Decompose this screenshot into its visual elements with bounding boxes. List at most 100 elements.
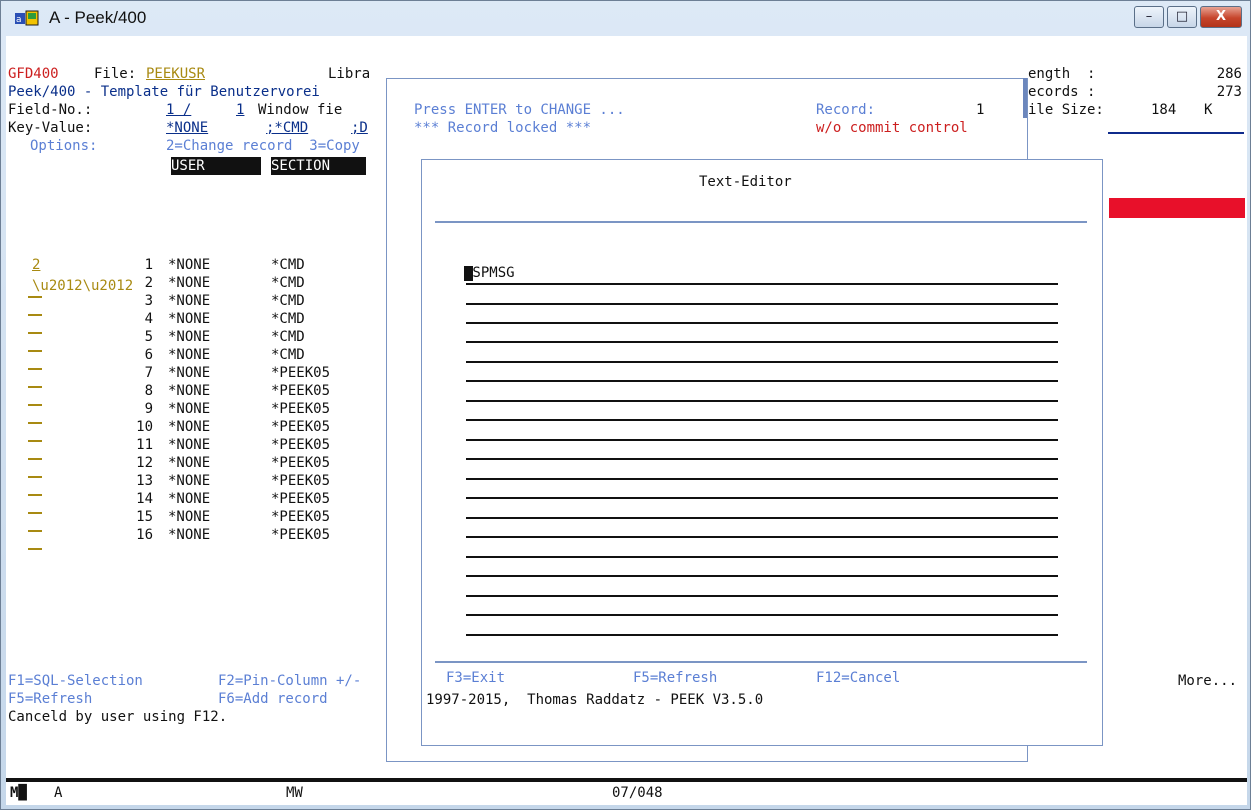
row-option-input[interactable] <box>28 476 42 478</box>
row-section: *CMD <box>271 347 305 363</box>
f1-sql-selection[interactable]: F1=SQL-Selection <box>8 672 143 690</box>
editor-title-divider <box>435 221 1087 223</box>
row-section: *CMD <box>271 293 305 309</box>
editor-line[interactable] <box>466 400 1058 402</box>
row-option-input[interactable] <box>28 530 42 532</box>
f5-refresh-editor[interactable]: F5=Refresh <box>633 669 717 687</box>
record-label: Record: <box>816 102 876 118</box>
row-option-input[interactable] <box>28 422 42 424</box>
column-header-user: USER <box>171 157 261 175</box>
title-bar[interactable]: a A - Peek/400 – □ X <box>1 1 1250 35</box>
row-number: 3 <box>144 293 153 309</box>
editor-line[interactable] <box>466 536 1058 538</box>
row-option-input[interactable] <box>28 458 42 460</box>
f6-add-record[interactable]: F6=Add record <box>218 690 328 708</box>
editor-line[interactable] <box>466 361 1058 363</box>
row-number: 1 <box>144 257 153 273</box>
editor-line[interactable] <box>466 575 1058 577</box>
editor-line[interactable] <box>466 439 1058 441</box>
row-user: *NONE <box>168 419 211 435</box>
editor-line[interactable] <box>466 595 1058 597</box>
svg-text:a: a <box>16 15 22 25</box>
f5-refresh[interactable]: F5=Refresh <box>8 690 92 708</box>
row-section: *CMD <box>271 275 305 291</box>
window-title: A - Peek/400 <box>49 8 147 27</box>
field-no-input[interactable]: 1 / <box>166 101 191 119</box>
key-value-input-2[interactable]: ;*CMD <box>266 119 308 137</box>
editor-line[interactable] <box>466 380 1058 382</box>
row-number: 4 <box>144 311 153 327</box>
editor-line[interactable] <box>466 556 1058 558</box>
row-option-input[interactable] <box>28 548 42 550</box>
commit-control-notice: w/o commit control <box>816 120 968 136</box>
message-indicator-icon: M█ <box>10 785 27 801</box>
row-option-input[interactable] <box>28 404 42 406</box>
row-option-input[interactable] <box>28 296 42 298</box>
options-label: Options: <box>30 138 98 154</box>
options-text: 2=Change record 3=Copy <box>166 138 360 154</box>
editor-line[interactable] <box>466 322 1058 324</box>
editor-line[interactable] <box>466 614 1058 616</box>
row-option-input[interactable] <box>28 314 42 316</box>
row-user: *NONE <box>168 329 211 345</box>
window-no-input[interactable]: 1 <box>236 101 244 119</box>
row-section: *CMD <box>271 311 305 327</box>
file-size-unit: K <box>1204 102 1213 118</box>
maximize-button[interactable]: □ <box>1167 6 1197 28</box>
editor-line[interactable] <box>466 419 1058 421</box>
f3-exit[interactable]: F3=Exit <box>446 669 505 687</box>
row-section: *PEEK05 <box>271 527 331 543</box>
row-number: 9 <box>144 401 153 417</box>
editor-line[interactable] <box>466 341 1058 343</box>
row-section: *CMD <box>271 257 305 273</box>
row-section: *PEEK05 <box>271 383 331 399</box>
row-option-input[interactable]: 2 <box>32 256 40 274</box>
row-number: 11 <box>136 437 153 453</box>
field-no-label: Field-No.: <box>8 102 93 118</box>
f2-pin-column[interactable]: F2=Pin-Column +/- <box>218 672 361 690</box>
editor-line[interactable] <box>466 517 1058 519</box>
row-option-input[interactable]: \u2012\u2012 <box>32 277 133 295</box>
row-user: *NONE <box>168 455 211 471</box>
editor-line[interactable] <box>466 634 1058 636</box>
template-description: Peek/400 - Template für Benutzervorei <box>8 84 320 100</box>
mode-indicator: MW <box>286 785 303 801</box>
minimize-button[interactable]: – <box>1134 6 1164 28</box>
row-number: 2 <box>144 275 153 291</box>
key-value-input-3[interactable]: ;D <box>351 119 368 137</box>
editor-line[interactable] <box>466 283 1058 285</box>
row-option-input[interactable] <box>28 440 42 442</box>
row-number: 6 <box>144 347 153 363</box>
row-option-input[interactable] <box>28 494 42 496</box>
row-user: *NONE <box>168 527 211 543</box>
editor-line[interactable] <box>466 478 1058 480</box>
status-bar-rule <box>6 778 1247 782</box>
f12-cancel[interactable]: F12=Cancel <box>816 669 900 687</box>
row-user: *NONE <box>168 383 211 399</box>
row-option-input[interactable] <box>28 512 42 514</box>
session-indicator: A <box>54 785 63 801</box>
terminal-screen[interactable]: GFD400 File: PEEKUSR Libra Peek/400 - Te… <box>6 36 1247 805</box>
editor-line[interactable] <box>466 303 1058 305</box>
editor-line[interactable] <box>466 458 1058 460</box>
row-option-input[interactable] <box>28 386 42 388</box>
key-value-input-1[interactable]: *NONE <box>166 119 208 137</box>
row-number: 12 <box>136 455 153 471</box>
records-label: ecords : <box>1028 84 1096 100</box>
row-option-input[interactable] <box>28 368 42 370</box>
editor-line-1[interactable]: DSPMSG <box>464 264 515 282</box>
row-section: *PEEK05 <box>271 437 331 453</box>
close-button[interactable]: X <box>1200 6 1242 28</box>
row-option-input[interactable] <box>28 350 42 352</box>
editor-line[interactable] <box>466 497 1058 499</box>
row-number: 16 <box>136 527 153 543</box>
row-user: *NONE <box>168 257 211 273</box>
library-label: Libra <box>328 66 371 82</box>
row-option-input[interactable] <box>28 332 42 334</box>
row-user: *NONE <box>168 509 211 525</box>
window-field-label: Window fie <box>258 102 343 118</box>
editor-title: Text-Editor <box>699 174 792 190</box>
row-number: 15 <box>136 509 153 525</box>
record-length-value: 286 <box>1216 66 1242 82</box>
row-user: *NONE <box>168 437 211 453</box>
